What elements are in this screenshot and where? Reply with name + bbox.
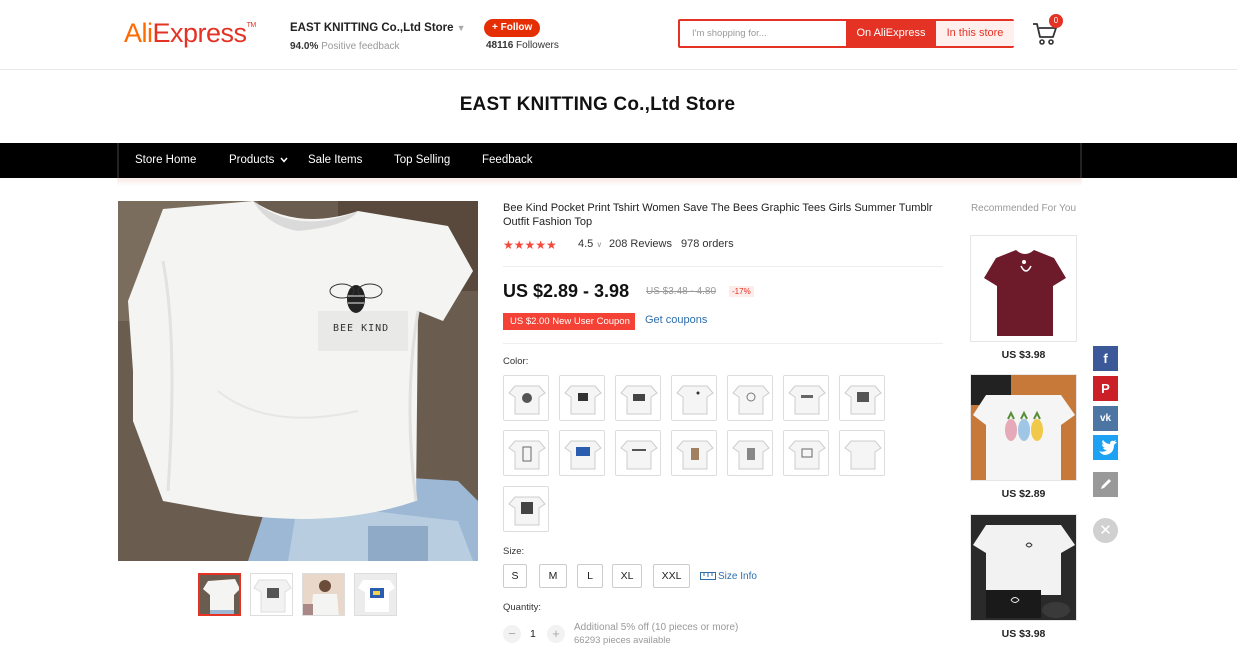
logo-express-text: Express [152, 18, 248, 48]
vk-share-icon[interactable]: vk [1093, 406, 1118, 431]
quantity-increase-button[interactable]: + [547, 625, 565, 643]
original-price: US $3.48 - 4.80 [646, 286, 717, 297]
recommended-item-2[interactable] [970, 374, 1077, 481]
twitter-share-icon[interactable] [1093, 435, 1118, 460]
logo-ali-text: Ali [124, 18, 153, 48]
nav-sale-items[interactable]: Sale Items [308, 143, 362, 178]
color-swatch-6[interactable] [783, 375, 829, 421]
color-swatch-9[interactable] [559, 430, 605, 476]
ruler-icon [700, 572, 716, 581]
chevron-down-icon: ▼ [456, 23, 466, 33]
rating-value[interactable]: 4.5 ∨ [578, 238, 602, 250]
size-label: Size: [503, 546, 525, 557]
orders-count: 978 orders [681, 238, 734, 250]
color-swatch-11[interactable] [671, 430, 717, 476]
get-coupons-link[interactable]: Get coupons [645, 314, 707, 326]
color-swatch-5[interactable] [727, 375, 773, 421]
rating-number: 4.5 [578, 238, 594, 250]
color-swatch-3[interactable] [615, 375, 661, 421]
store-feedback: 94.0% Positive feedback [290, 41, 400, 52]
thumbnail-3[interactable] [302, 573, 345, 616]
store-name-dropdown[interactable]: EAST KNITTING Co.,Ltd Store ▼ [290, 22, 465, 34]
search-input[interactable] [680, 21, 845, 46]
followers-number: 48116 [486, 40, 514, 51]
color-swatch-1[interactable] [503, 375, 549, 421]
size-option-m[interactable]: M [539, 564, 567, 588]
discount-badge: -17% [729, 286, 754, 297]
cart-count-badge: 0 [1049, 14, 1063, 28]
nav-products[interactable]: Products [229, 143, 288, 178]
followers-count: 48116 Followers [486, 40, 559, 51]
recommended-price-1: US $3.98 [1001, 349, 1046, 361]
close-icon[interactable]: ✕ [1093, 518, 1118, 543]
recommended-item-1[interactable] [970, 235, 1077, 342]
follow-button[interactable]: + Follow [484, 19, 541, 37]
new-user-coupon[interactable]: US $2.00 New User Coupon [503, 313, 635, 330]
reviews-link[interactable]: 208 Reviews [609, 238, 672, 250]
product-title: Bee Kind Pocket Print Tshirt Women Save … [503, 202, 933, 228]
recommended-item-3[interactable] [970, 514, 1077, 621]
nav-top-selling[interactable]: Top Selling [394, 143, 450, 178]
thumbnail-1[interactable] [198, 573, 241, 616]
quantity-decrease-button[interactable]: − [503, 625, 521, 643]
size-option-s[interactable]: S [503, 564, 527, 588]
thumbnail-2[interactable] [250, 573, 293, 616]
color-swatch-8[interactable] [503, 430, 549, 476]
quantity-value[interactable]: 1 [530, 628, 536, 640]
nav-store-home[interactable]: Store Home [135, 143, 196, 178]
recommended-price-3: US $3.98 [1001, 628, 1046, 640]
quantity-label: Quantity: [503, 602, 542, 613]
color-swatch-12[interactable] [727, 430, 773, 476]
nav-products-label: Products [229, 154, 275, 166]
logo-tm: TM [246, 22, 257, 29]
feedback-percent: 94.0% [290, 41, 319, 52]
shirt-print-text: BEE KIND [333, 323, 389, 334]
size-option-xl[interactable]: XL [612, 564, 642, 588]
color-swatch-10[interactable] [615, 430, 661, 476]
store-name: EAST KNITTING Co.,Ltd Store [290, 22, 454, 34]
aliexpress-logo[interactable]: AliExpressTM [124, 18, 256, 49]
followers-label: Followers [516, 40, 559, 51]
current-price: US $2.89 - 3.98 [503, 281, 630, 301]
color-swatch-2[interactable] [559, 375, 605, 421]
size-option-xxl[interactable]: XXL [653, 564, 690, 588]
nav-feedback[interactable]: Feedback [482, 143, 533, 178]
color-swatch-15[interactable] [503, 486, 549, 532]
feedback-label: Positive feedback [321, 41, 400, 52]
thumbnail-4[interactable] [354, 573, 397, 616]
main-product-image[interactable]: BEE KIND [118, 201, 478, 561]
store-nav: Store Home Products Sale Items Top Selli… [0, 143, 1237, 178]
color-swatch-13[interactable] [783, 430, 829, 476]
color-swatch-4[interactable] [671, 375, 717, 421]
color-swatch-14[interactable] [839, 430, 885, 476]
size-option-l[interactable]: L [577, 564, 603, 588]
color-swatch-7[interactable] [839, 375, 885, 421]
nav-shadow [117, 178, 1082, 186]
facebook-share-icon[interactable]: f [1093, 346, 1118, 371]
chevron-down-icon: ∨ [596, 240, 603, 249]
pinterest-share-icon[interactable]: P [1093, 376, 1118, 401]
rating-stars-icon: ★★★★★ [503, 238, 557, 252]
store-banner-title: EAST KNITTING Co.,Ltd Store [459, 94, 736, 115]
chevron-down-icon [280, 157, 288, 163]
search-bar: On AliExpress In this store [678, 19, 1014, 48]
search-in-store-button[interactable]: In this store [936, 21, 1014, 46]
size-info-label: Size Info [718, 571, 757, 582]
search-on-aliexpress-button[interactable]: On AliExpress [846, 19, 936, 48]
store-nav-inner: Store Home Products Sale Items Top Selli… [117, 143, 1082, 178]
divider [503, 343, 943, 344]
top-header: AliExpressTM EAST KNITTING Co.,Ltd Store… [0, 0, 1237, 70]
recommended-price-2: US $2.89 [1001, 488, 1046, 500]
divider [503, 266, 943, 267]
recommended-heading: Recommended For You [970, 203, 1077, 214]
color-label: Color: [503, 356, 529, 367]
edit-pencil-icon[interactable] [1093, 472, 1118, 497]
bulk-discount-note: Additional 5% off (10 pieces or more) [574, 622, 739, 633]
pieces-available: 66293 pieces available [574, 635, 671, 646]
size-info-link[interactable]: Size Info [700, 571, 757, 582]
